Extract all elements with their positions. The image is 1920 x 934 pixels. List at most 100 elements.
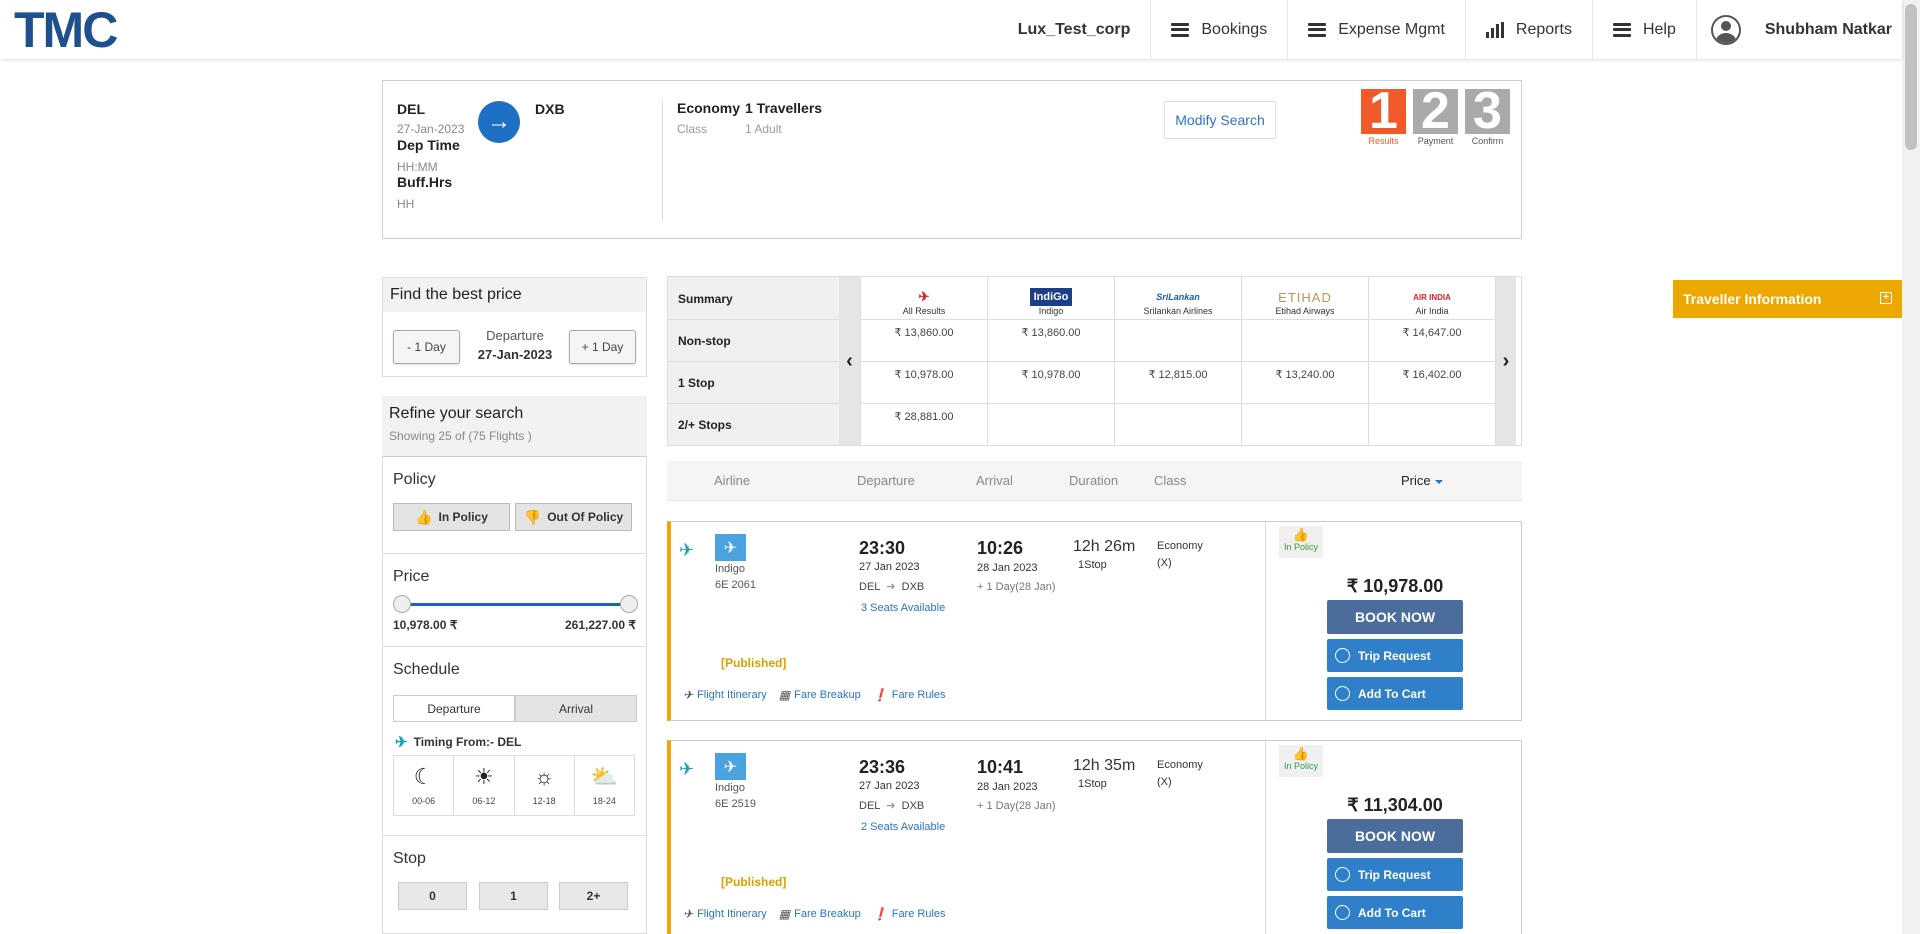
etihad-logo: ETIHAD <box>1278 289 1332 305</box>
sort-departure[interactable]: Departure <box>857 473 915 488</box>
price-range-track[interactable] <box>403 603 628 606</box>
matrix-price[interactable]: ₹ 28,881.00 <box>861 404 987 446</box>
fare-rules-link[interactable]: ❗ Fare Rules <box>873 688 946 702</box>
nav-bookings[interactable]: Bookings <box>1150 0 1287 59</box>
matrix-price[interactable] <box>1369 404 1495 446</box>
matrix-price[interactable] <box>1115 404 1241 446</box>
nav-reports[interactable]: Reports <box>1464 0 1592 59</box>
corp-name[interactable]: Lux_Test_corp <box>998 0 1151 59</box>
divider <box>1265 741 1266 934</box>
trip-request-button[interactable]: Trip Request <box>1327 639 1463 672</box>
matrix-price[interactable]: ₹ 10,978.00 <box>988 362 1114 404</box>
nav-expense-mgmt[interactable]: Expense Mgmt <box>1287 0 1465 59</box>
stop-0-button[interactable]: 0 <box>398 882 467 910</box>
stops: 1Stop <box>1078 559 1107 571</box>
matrix-price[interactable]: ₹ 13,860.00 <box>861 320 987 362</box>
matrix-next-button[interactable]: › <box>1495 277 1516 445</box>
matrix-col-all[interactable]: ✈ All Results ₹ 13,860.00 ₹ 10,978.00 ₹ … <box>860 277 987 445</box>
sort-price-label: Price <box>1401 473 1431 488</box>
time-slot-afternoon[interactable]: ☼ 12-18 <box>515 756 575 815</box>
schedule-arrival-tab[interactable]: Arrival <box>515 695 637 722</box>
time-slot-night[interactable]: ☾ 00-06 <box>394 756 455 815</box>
book-now-button[interactable]: BOOK NOW <box>1327 819 1463 853</box>
fare-breakup-link[interactable]: ▦ Fare Breakup <box>779 688 861 702</box>
add-to-cart-button[interactable]: Add To Cart <box>1327 677 1463 710</box>
time-slot-morning[interactable]: ☀ 06-12 <box>454 756 515 815</box>
matrix-col-airindia[interactable]: AIR INDIA Air India ₹ 14,647.00 ₹ 16,402… <box>1368 277 1495 445</box>
in-policy-button[interactable]: 👍 In Policy <box>393 503 510 531</box>
traveller-count: 1 Travellers <box>745 100 823 116</box>
sort-price[interactable]: Price <box>1401 473 1443 488</box>
airline-logo-icon: ✈ <box>715 534 746 561</box>
matrix-col-srilankan[interactable]: SriLankan Srilankan Airlines ₹ 12,815.00 <box>1114 277 1241 445</box>
out-of-policy-button[interactable]: 👎 Out Of Policy <box>515 503 632 531</box>
best-price-panel: Find the best price - 1 Day Departure 27… <box>382 277 647 377</box>
price-min-handle[interactable] <box>393 595 411 613</box>
add-to-cart-label: Add To Cart <box>1358 686 1426 701</box>
divider <box>662 101 663 221</box>
flight-itinerary-link[interactable]: ✈ Flight Itinerary <box>683 907 767 921</box>
matrix-price[interactable] <box>1242 404 1368 446</box>
buff-hrs-field[interactable]: HH <box>397 197 414 211</box>
minus-day-button[interactable]: - 1 Day <box>393 330 460 364</box>
fare-rules-link[interactable]: ❗ Fare Rules <box>873 907 946 921</box>
stop-1-button[interactable]: 1 <box>479 882 548 910</box>
plane-icon: ✈ <box>918 289 930 304</box>
seats-available[interactable]: 3 Seats Available <box>861 602 945 614</box>
add-to-cart-button[interactable]: Add To Cart <box>1327 896 1463 929</box>
modify-search-button[interactable]: Modify Search <box>1164 101 1276 139</box>
stop-2plus-button[interactable]: 2+ <box>559 882 628 910</box>
matrix-col-etihad[interactable]: ETIHAD Etihad Airways ₹ 13,240.00 <box>1241 277 1368 445</box>
seats-available[interactable]: 2 Seats Available <box>861 821 945 833</box>
matrix-prev-button[interactable]: ‹ <box>839 277 860 445</box>
dep-time-field[interactable]: HH:MM <box>397 160 438 174</box>
matrix-col-indigo[interactable]: IndiGo Indigo ₹ 13,860.00 ₹ 10,978.00 <box>987 277 1114 445</box>
time-slot-evening[interactable]: ⛅ 18-24 <box>575 756 634 815</box>
fare-type: [Published] <box>721 875 787 889</box>
user-menu[interactable]: Shubham Natkar <box>1695 0 1902 59</box>
plus-day-button[interactable]: + 1 Day <box>569 330 636 364</box>
sort-duration[interactable]: Duration <box>1069 473 1118 488</box>
time-slot-label: 06-12 <box>472 796 496 806</box>
price-min-label: 10,978.00 ₹ <box>393 618 458 632</box>
policy-badge: 👍 In Policy <box>1279 745 1323 777</box>
departure-date: 27 Jan 2023 <box>859 561 920 573</box>
page-scrollbar[interactable] <box>1902 0 1920 934</box>
refine-header: Refine your search Showing 25 of (75 Fli… <box>382 396 647 456</box>
tmc-logo[interactable]: TMC <box>14 5 118 55</box>
nav-help[interactable]: Help <box>1591 0 1696 59</box>
traveller-information-panel[interactable]: Traveller Information + <box>1673 280 1902 318</box>
book-now-button[interactable]: BOOK NOW <box>1327 600 1463 634</box>
sort-arrival[interactable]: Arrival <box>976 473 1013 488</box>
plane-icon: ✈ <box>679 759 695 779</box>
price-max-handle[interactable] <box>620 595 638 613</box>
divider <box>383 646 646 647</box>
matrix-price[interactable] <box>1115 320 1241 362</box>
trip-request-label: Trip Request <box>1358 867 1431 882</box>
scrollbar-thumb[interactable] <box>1905 4 1917 150</box>
matrix-price[interactable]: ₹ 14,647.00 <box>1369 320 1495 362</box>
matrix-price[interactable] <box>988 404 1114 446</box>
matrix-price[interactable]: ₹ 12,815.00 <box>1115 362 1241 404</box>
add-to-cart-label: Add To Cart <box>1358 905 1426 920</box>
menu-icon <box>1171 22 1190 37</box>
trip-request-button[interactable]: Trip Request <box>1327 858 1463 891</box>
matrix-price[interactable]: ₹ 13,240.00 <box>1242 362 1368 404</box>
sort-class[interactable]: Class <box>1154 473 1187 488</box>
matrix-price[interactable]: ₹ 13,860.00 <box>988 320 1114 362</box>
thumbs-up-icon: 👍 <box>415 508 433 525</box>
in-policy-label: In Policy <box>438 510 488 524</box>
matrix-price[interactable] <box>1242 320 1368 362</box>
matrix-price[interactable]: ₹ 16,402.00 <box>1369 362 1495 404</box>
matrix-price[interactable]: ₹ 10,978.00 <box>861 362 987 404</box>
time-slot-grid: ☾ 00-06 ☀ 06-12 ☼ 12-18 ⛅ 18-24 <box>393 755 635 816</box>
flight-itinerary-link[interactable]: ✈ Flight Itinerary <box>683 688 767 702</box>
buff-hrs-label: Buff.Hrs <box>397 174 453 190</box>
sort-airline[interactable]: Airline <box>714 473 750 488</box>
matrix-col-head: SriLankan Srilankan Airlines <box>1115 277 1241 320</box>
expand-icon[interactable]: + <box>1880 292 1892 304</box>
airline-name: Indigo <box>715 782 745 794</box>
schedule-departure-tab[interactable]: Departure <box>393 695 515 722</box>
fare-breakup-link[interactable]: ▦ Fare Breakup <box>779 907 861 921</box>
divider <box>383 553 646 554</box>
